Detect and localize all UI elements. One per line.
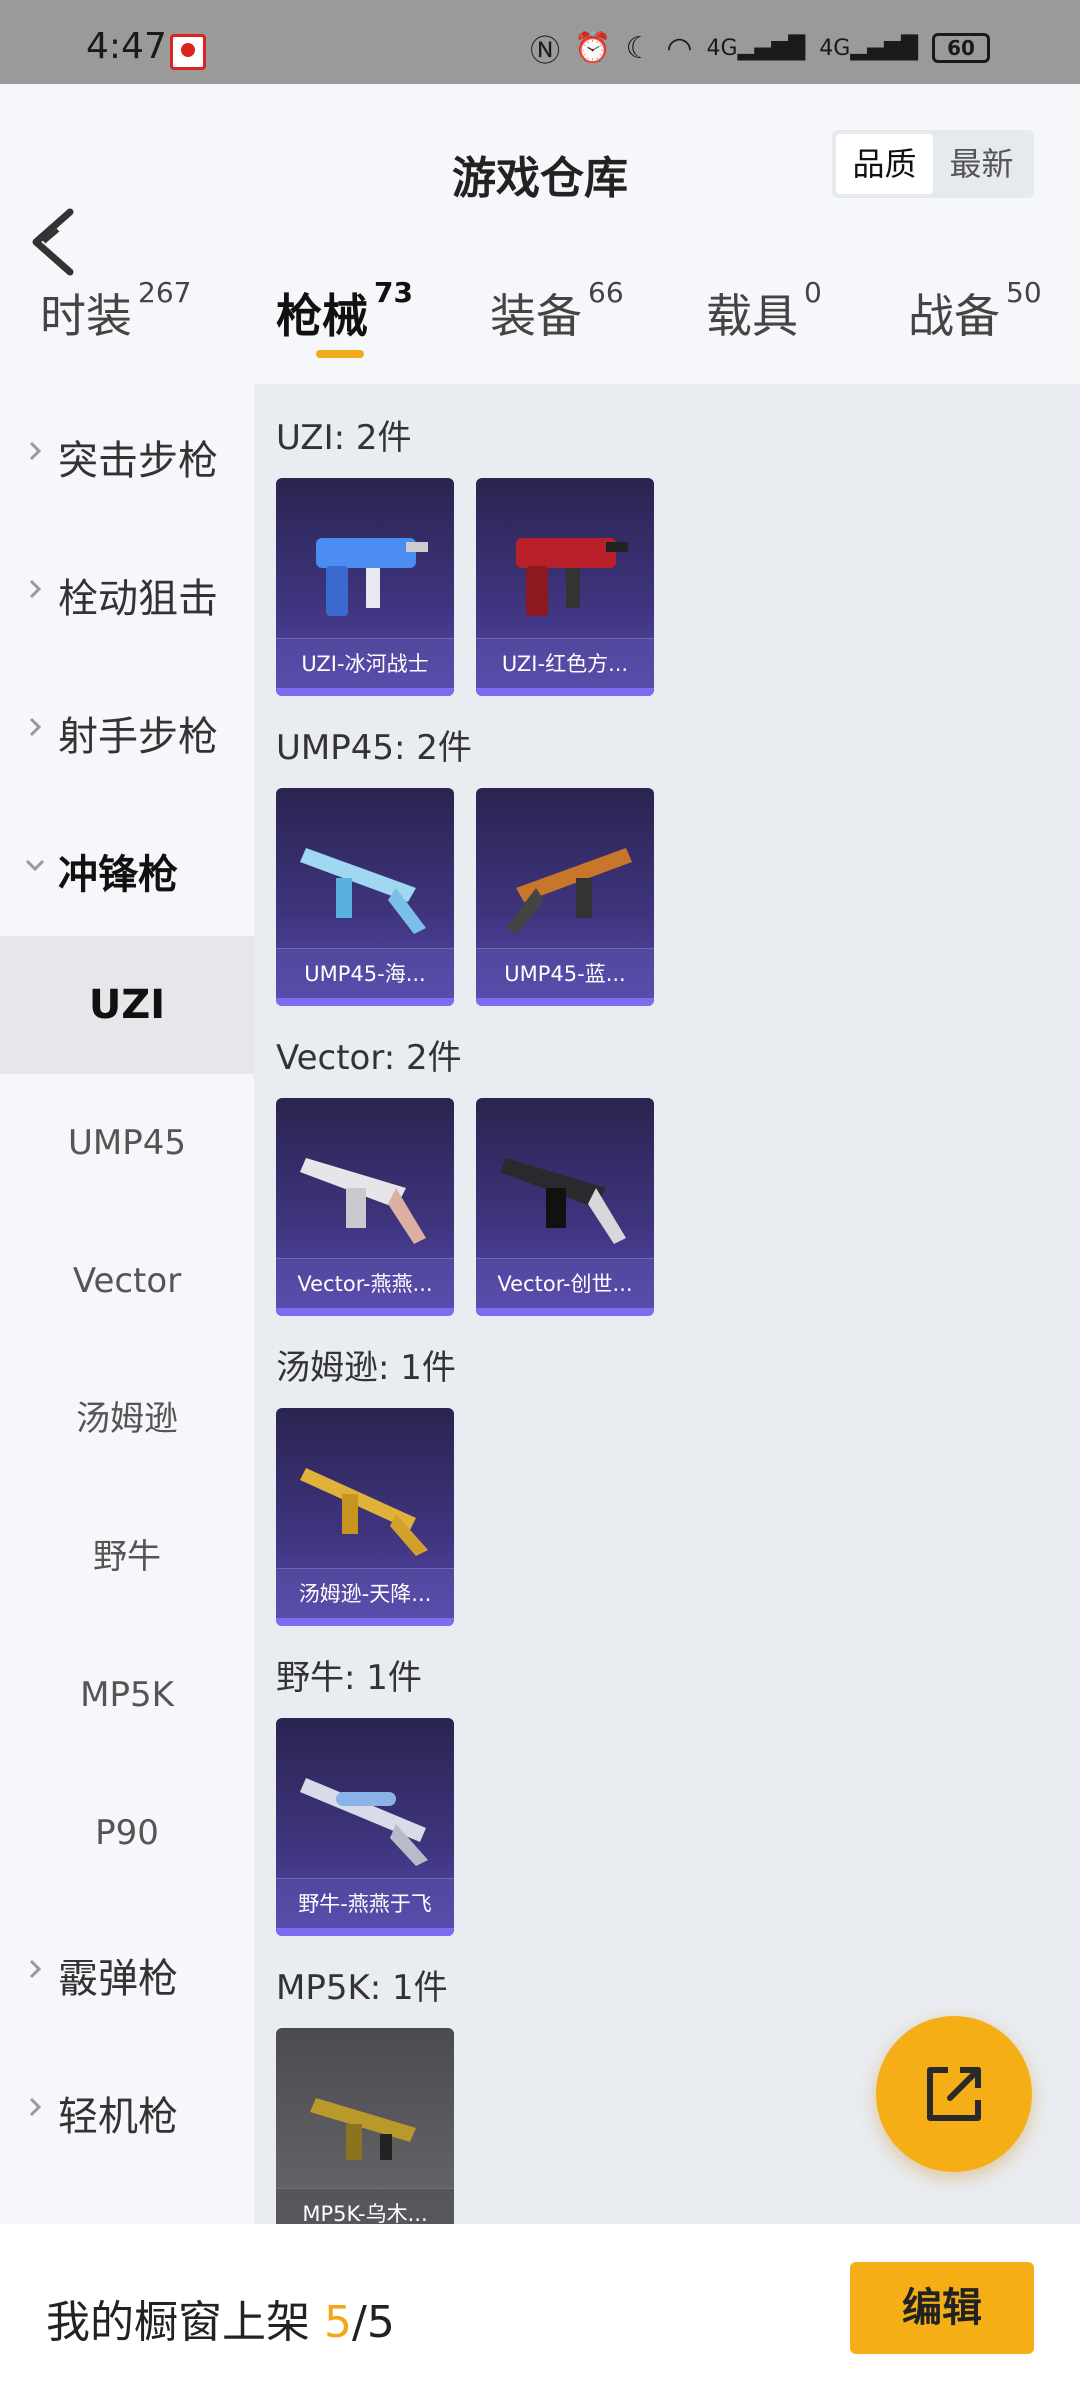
sidebar: 突击步枪 栓动狙击 射手步枪 冲锋枪 UZI UMP45 Vector 汤姆逊 … bbox=[0, 384, 254, 2224]
uzi-weapon-icon bbox=[516, 538, 628, 616]
item-grid: UZI: 2件 UZI-冰河战士 UZI-红色方... UMP45: 2件 UM… bbox=[254, 384, 1080, 2224]
rarity-bar bbox=[276, 1928, 454, 1936]
chevron-right-icon bbox=[29, 1959, 42, 1979]
sidebar-item-assault-rifle[interactable]: 突击步枪 bbox=[0, 384, 254, 522]
rarity-bar bbox=[276, 1618, 454, 1626]
ump45-weapon-icon bbox=[506, 848, 632, 934]
battery-icon: 60 bbox=[932, 33, 990, 63]
tab-vehicles[interactable]: 载具 0 bbox=[706, 276, 822, 346]
showcase-count-text: 我的橱窗上架 5/5 bbox=[46, 2297, 395, 2348]
uzi-weapon-icon bbox=[316, 538, 428, 616]
bizon-weapon-icon bbox=[300, 1778, 428, 1866]
tab-equipment[interactable]: 装备 66 bbox=[490, 276, 624, 346]
vector-weapon-icon bbox=[500, 1158, 626, 1244]
sidebar-sub-uzi[interactable]: UZI bbox=[0, 936, 254, 1074]
sort-newest-option[interactable]: 最新 bbox=[933, 134, 1030, 194]
signal-icon-2: 4G▂▄▆█ bbox=[819, 35, 918, 61]
item-card[interactable]: UZI-红色方... bbox=[476, 478, 654, 696]
wifi-icon: ◠ bbox=[666, 30, 693, 66]
showcase-total: 5 bbox=[366, 2297, 395, 2348]
sidebar-item-lmg[interactable]: 轻机枪 bbox=[0, 2040, 254, 2178]
sidebar-sub-ump45[interactable]: UMP45 bbox=[0, 1074, 254, 1212]
showcase-current: 5 bbox=[324, 2297, 352, 2348]
group-title-uzi: UZI: 2件 bbox=[276, 418, 412, 458]
rarity-bar bbox=[276, 688, 454, 696]
active-tab-indicator bbox=[316, 350, 364, 358]
item-name: UZI-冰河战士 bbox=[276, 638, 454, 688]
item-card[interactable]: Vector-燕燕... bbox=[276, 1098, 454, 1316]
sidebar-sub-thompson[interactable]: 汤姆逊 bbox=[0, 1350, 254, 1488]
moon-icon: ☾ bbox=[625, 30, 653, 66]
chevron-left-icon bbox=[32, 208, 74, 276]
item-name: UMP45-蓝... bbox=[476, 948, 654, 998]
sort-quality-option[interactable]: 品质 bbox=[836, 134, 933, 194]
rarity-bar bbox=[476, 688, 654, 696]
rarity-bar bbox=[276, 1308, 454, 1316]
item-card[interactable]: Vector-创世... bbox=[476, 1098, 654, 1316]
thompson-weapon-icon bbox=[300, 1468, 428, 1556]
sidebar-item-bolt-sniper[interactable]: 栓动狙击 bbox=[0, 522, 254, 660]
rarity-bar bbox=[476, 998, 654, 1006]
group-title-vector: Vector: 2件 bbox=[276, 1038, 462, 1078]
signal-icon-1: 4G▂▄▆█ bbox=[706, 35, 806, 61]
chevron-right-icon bbox=[29, 2097, 42, 2117]
group-title-thompson: 汤姆逊: 1件 bbox=[276, 1348, 456, 1388]
chevron-right-icon bbox=[29, 441, 42, 461]
share-external-icon bbox=[927, 2067, 981, 2121]
nfc-icon: Ⓝ bbox=[530, 34, 561, 69]
item-name: Vector-燕燕... bbox=[276, 1258, 454, 1308]
chevron-down-icon bbox=[25, 859, 45, 872]
sidebar-sub-vector[interactable]: Vector bbox=[0, 1212, 254, 1350]
ump45-weapon-icon bbox=[300, 848, 426, 934]
rarity-bar bbox=[476, 1308, 654, 1316]
rarity-bar bbox=[276, 998, 454, 1006]
footer-bar: 我的橱窗上架 5/5 编辑 bbox=[0, 2224, 1080, 2390]
chevron-right-icon bbox=[29, 717, 42, 737]
item-name: MP5K-乌木... bbox=[276, 2188, 454, 2224]
app-notification-icon bbox=[170, 34, 206, 70]
edit-button[interactable]: 编辑 bbox=[850, 2262, 1034, 2354]
item-card[interactable]: 野牛-燕燕于飞 bbox=[276, 1718, 454, 1936]
tab-fashion[interactable]: 时装 267 bbox=[40, 276, 191, 346]
sidebar-item-marksman-rifle[interactable]: 射手步枪 bbox=[0, 660, 254, 798]
alarm-icon: ⏰ bbox=[574, 30, 612, 66]
group-title-bizon: 野牛: 1件 bbox=[276, 1658, 422, 1698]
sidebar-sub-mp5k[interactable]: MP5K bbox=[0, 1626, 254, 1764]
tab-guns[interactable]: 枪械 73 bbox=[276, 276, 413, 346]
share-button[interactable] bbox=[876, 2016, 1032, 2172]
group-title-ump45: UMP45: 2件 bbox=[276, 728, 472, 768]
item-name: Vector-创世... bbox=[476, 1258, 654, 1308]
item-card[interactable]: UZI-冰河战士 bbox=[276, 478, 454, 696]
category-tabs: 时装 267 枪械 73 装备 66 载具 0 战备 50 bbox=[0, 276, 1080, 380]
status-bar: 4:47 Ⓝ ⏰ ☾ ◠ 4G▂▄▆█ 4G▂▄▆█ 60 bbox=[0, 0, 1080, 84]
group-title-mp5k: MP5K: 1件 bbox=[276, 1968, 448, 2008]
item-name: 汤姆逊-天降... bbox=[276, 1568, 454, 1618]
chevron-right-icon bbox=[29, 579, 42, 599]
status-time: 4:47 bbox=[86, 26, 167, 67]
back-button[interactable] bbox=[24, 204, 84, 280]
item-name: UZI-红色方... bbox=[476, 638, 654, 688]
item-card[interactable]: 汤姆逊-天降... bbox=[276, 1408, 454, 1626]
tab-supplies[interactable]: 战备 50 bbox=[908, 276, 1042, 346]
item-card[interactable]: UMP45-蓝... bbox=[476, 788, 654, 1006]
item-name: 野牛-燕燕于飞 bbox=[276, 1878, 454, 1928]
mp5k-weapon-icon bbox=[310, 2098, 416, 2160]
vector-weapon-icon bbox=[300, 1158, 426, 1244]
sort-toggle: 品质 最新 bbox=[832, 130, 1034, 198]
item-card[interactable]: UMP45-海... bbox=[276, 788, 454, 1006]
sidebar-sub-p90[interactable]: P90 bbox=[0, 1764, 254, 1902]
sidebar-item-shotgun[interactable]: 霰弹枪 bbox=[0, 1902, 254, 2040]
sidebar-sub-bizon[interactable]: 野牛 bbox=[0, 1488, 254, 1626]
sidebar-item-smg[interactable]: 冲锋枪 bbox=[0, 798, 254, 936]
item-card[interactable]: MP5K-乌木... bbox=[276, 2028, 454, 2224]
status-icons: Ⓝ ⏰ ☾ ◠ 4G▂▄▆█ 4G▂▄▆█ 60 bbox=[530, 26, 990, 70]
item-name: UMP45-海... bbox=[276, 948, 454, 998]
